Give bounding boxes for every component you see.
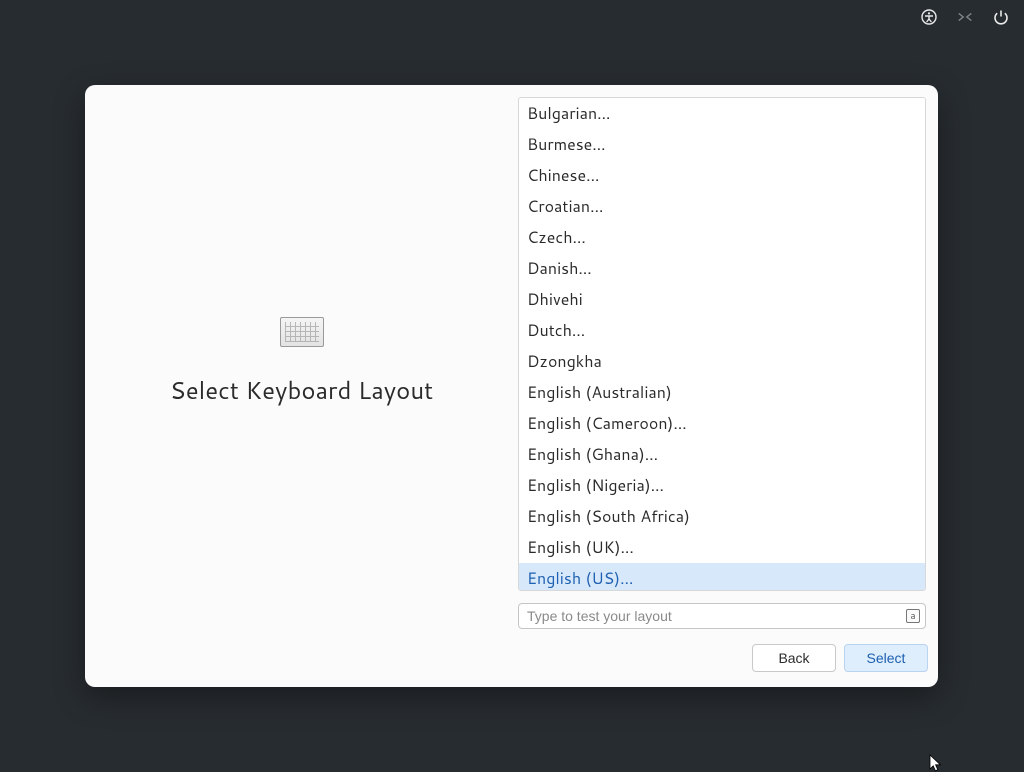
layout-row[interactable]: Dutch… [519,315,925,346]
layout-row[interactable]: Bulgarian… [519,98,925,129]
right-pane: Bulgarian…Burmese…Chinese…Croatian…Czech… [518,85,938,639]
card-body: Select Keyboard Layout Bulgarian…Burmese… [85,85,938,639]
layout-row[interactable]: Croatian… [519,191,925,222]
layout-row[interactable]: English (Cameroon)… [519,408,925,439]
topbar [920,0,1024,28]
test-row: a [518,603,926,629]
layout-row[interactable]: Chinese… [519,160,925,191]
layout-row[interactable]: English (Nigeria)… [519,470,925,501]
installer-card: Select Keyboard Layout Bulgarian…Burmese… [85,85,938,687]
network-disconnected-icon[interactable] [956,8,974,26]
keyboard-layout-list[interactable]: Bulgarian…Burmese…Chinese…Croatian…Czech… [518,97,926,591]
left-pane: Select Keyboard Layout [85,85,518,639]
layout-row[interactable]: Dhivehi [519,284,925,315]
layout-row[interactable]: Dzongkha [519,346,925,377]
layout-row[interactable]: English (Ghana)… [519,439,925,470]
layout-row[interactable]: English (UK)… [519,532,925,563]
layout-row[interactable]: English (South Africa) [519,501,925,532]
layout-row[interactable]: English (US)… [519,563,925,590]
power-icon[interactable] [992,8,1010,26]
footer: Back Select [85,639,938,687]
test-layout-input[interactable] [518,603,926,629]
layout-row[interactable]: Czech… [519,222,925,253]
mouse-cursor [929,754,943,772]
layout-row[interactable]: Burmese… [519,129,925,160]
back-button[interactable]: Back [752,644,836,672]
select-button[interactable]: Select [844,644,928,672]
input-method-indicator: a [906,609,920,623]
accessibility-icon[interactable] [920,8,938,26]
layout-row[interactable]: Danish… [519,253,925,284]
page-title: Select Keyboard Layout [170,373,433,407]
layout-row[interactable]: English (Australian) [519,377,925,408]
keyboard-icon [280,317,324,347]
